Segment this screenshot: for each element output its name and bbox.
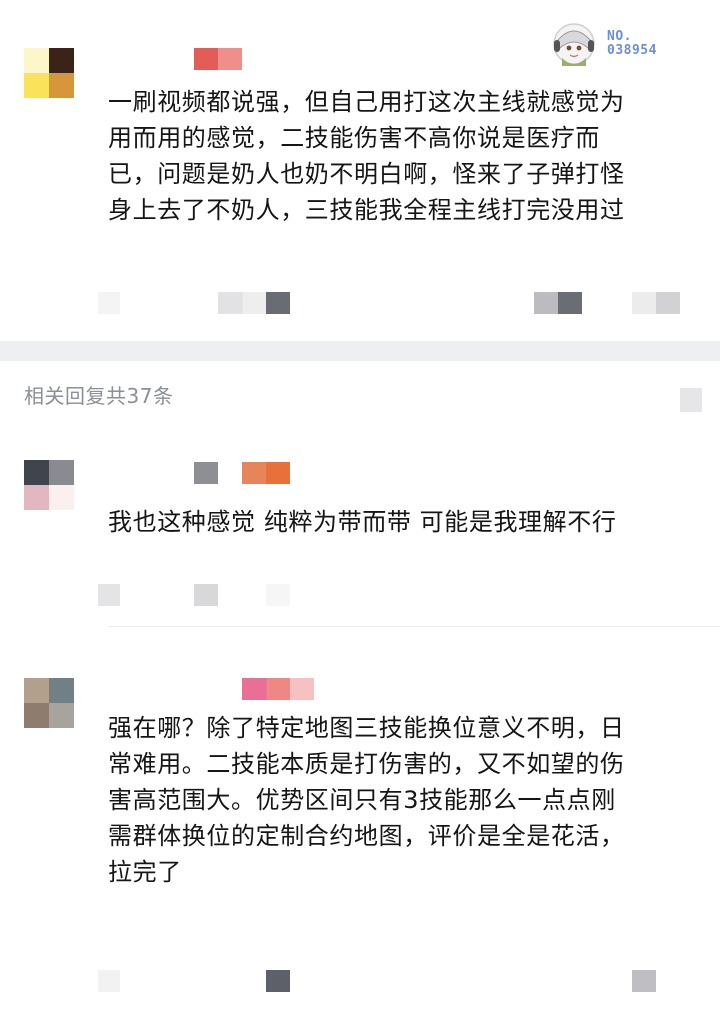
avatar-comment-3[interactable] <box>24 678 74 728</box>
badge-number: NO. 038954 <box>607 30 657 58</box>
sort-icon-redacted[interactable] <box>680 388 702 412</box>
badge-line-2: 038954 <box>607 43 657 58</box>
avatar-comment-2[interactable] <box>24 460 74 510</box>
reply-count-label: 相关回复共37条 <box>24 384 174 408</box>
comment-3-like-redacted[interactable] <box>632 970 656 992</box>
comment-1-text: 一刷视频都说强，但自己用打这次主线就感觉为 用而用的感觉，二技能伤害不高你说是医… <box>108 88 625 224</box>
comment-1-like-redacted[interactable] <box>534 292 582 314</box>
comment-2-time-redacted <box>98 584 120 606</box>
comment-3-reply-redacted[interactable] <box>266 970 290 992</box>
avatar-comment-1[interactable] <box>24 48 74 98</box>
comment-1-more-redacted[interactable] <box>632 292 680 314</box>
comment-3-time-redacted <box>98 970 120 992</box>
section-separator <box>0 341 720 361</box>
comment-1-meta-redacted <box>218 292 290 314</box>
username-redacted-comment-1[interactable] <box>194 48 242 70</box>
username-redacted-comment-2[interactable] <box>194 462 218 484</box>
user-tag-redacted-comment-2 <box>242 462 290 484</box>
comment-2-like-redacted[interactable] <box>266 584 290 606</box>
comment-divider <box>108 626 720 627</box>
comment-2-text: 我也这种感觉 纯粹为带而带 可能是我理解不行 <box>108 508 617 536</box>
comment-2-reply-redacted[interactable] <box>194 584 218 606</box>
comment-1-time-redacted <box>98 292 120 314</box>
comment-3-text: 强在哪？除了特定地图三技能换位意义不明，日 常难用。二技能本质是打伤害的，又不如… <box>108 714 625 886</box>
username-redacted-comment-3[interactable] <box>242 678 314 700</box>
badge-line-1: NO. <box>607 29 632 44</box>
